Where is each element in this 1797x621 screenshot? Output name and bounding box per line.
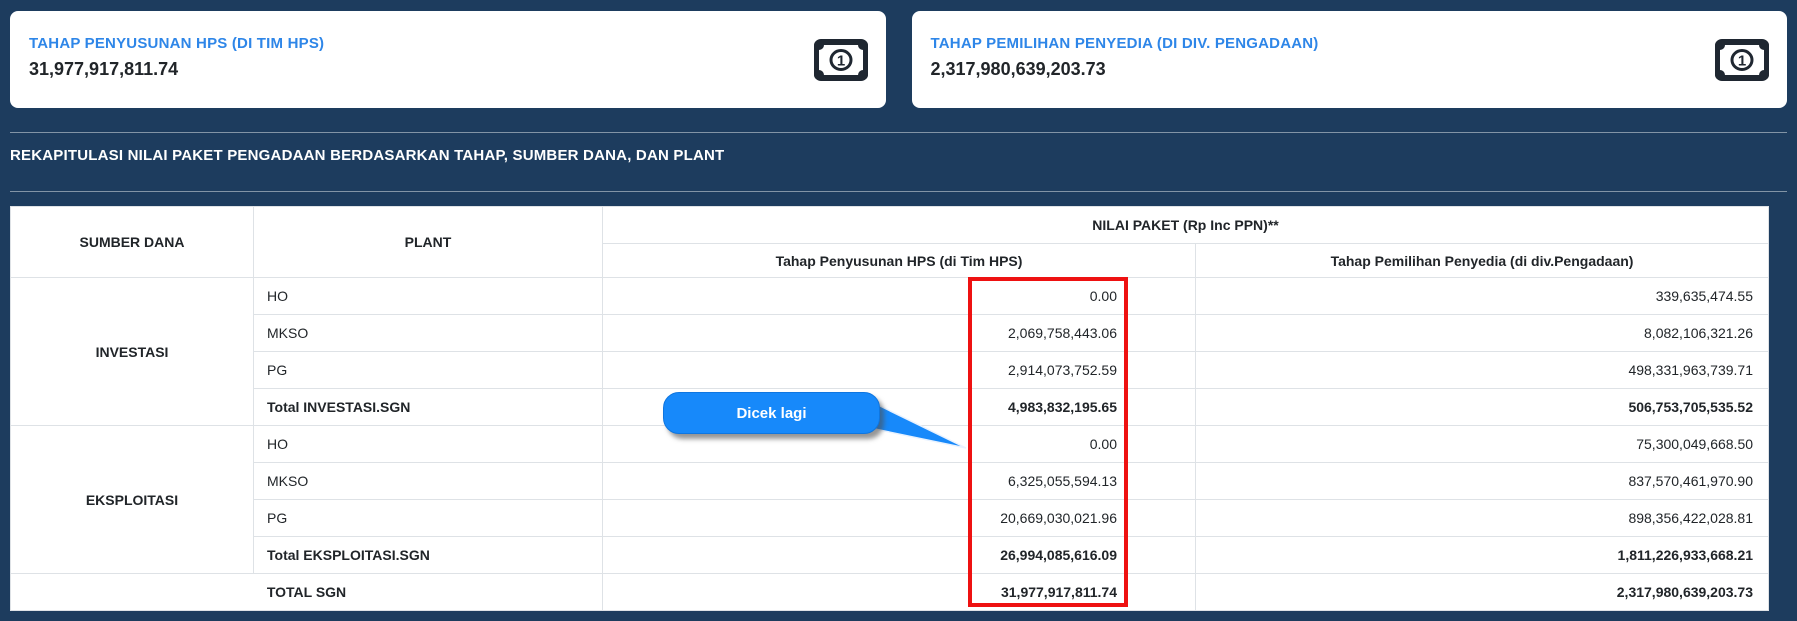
penyedia-value: 1,811,226,933,668.21 [1194, 536, 1770, 574]
card-tahap-penyusunan-hps[interactable]: TAHAP PENYUSUNAN HPS (DI TIM HPS) 31,977… [10, 11, 886, 108]
table-row-total-investasi: Total INVESTASI.SGN 4,983,832,195.65 506… [11, 388, 1770, 426]
table-row: PG 2,914,073,752.59 498,331,963,739.71 [11, 351, 1770, 389]
table-row: PG 20,669,030,021.96 898,356,422,028.81 [11, 499, 1770, 537]
plant-cell: MKSO [253, 462, 603, 500]
table-row: EKSPLOITASI HO 0.00 75,300,049,668.50 [10, 425, 1770, 574]
callout-dicek-lagi: Dicek lagi [663, 392, 880, 434]
money-bill-icon: 1 [1715, 38, 1769, 81]
penyedia-value: 898,356,422,028.81 [1194, 499, 1770, 537]
recap-table: SUMBER DANA PLANT NILAI PAKET (Rp Inc PP… [10, 206, 1770, 611]
table-row: INVESTASI HO 0.00 339,635,474.55 [10, 277, 1770, 426]
plant-cell: Total INVESTASI.SGN [253, 388, 603, 426]
penyedia-value: 2,317,980,639,203.73 [1194, 573, 1770, 611]
card-value: 31,977,917,811.74 [29, 59, 179, 79]
hps-value: 2,914,073,752.59 [602, 351, 1196, 389]
plant-cell: PG [253, 499, 603, 537]
table-row-total-sgn: TOTAL SGN 31,977,917,811.74 2,317,980,63… [10, 573, 1770, 611]
header-plant: PLANT [253, 206, 603, 278]
card-tahap-pemilihan-penyedia[interactable]: TAHAP PEMILIHAN PENYEDIA (DI DIV. PENGAD… [911, 11, 1787, 108]
card-title: TAHAP PEMILIHAN PENYEDIA (DI DIV. PENGAD… [930, 35, 1319, 52]
penyedia-value: 506,753,705,535.52 [1194, 388, 1770, 426]
group-label-investasi: INVESTASI [10, 277, 254, 426]
penyedia-value: 339,635,474.55 [1194, 277, 1770, 315]
plant-cell: HO [253, 425, 603, 463]
summary-cards: TAHAP PENYUSUNAN HPS (DI TIM HPS) 31,977… [10, 11, 1787, 108]
plant-cell: Total EKSPLOITASI.SGN [253, 536, 603, 574]
card-value: 2,317,980,639,203.73 [930, 59, 1106, 79]
penyedia-value: 837,570,461,970.90 [1194, 462, 1770, 500]
plant-cell: HO [253, 277, 603, 315]
callout-label: Dicek lagi [736, 404, 807, 422]
penyedia-value: 8,082,106,321.26 [1194, 314, 1770, 352]
total-sgn-label: TOTAL SGN [10, 573, 603, 611]
table-row: MKSO 2,069,758,443.06 8,082,106,321.26 [11, 314, 1770, 352]
penyedia-value: 75,300,049,668.50 [1194, 425, 1770, 463]
card-title: TAHAP PENYUSUNAN HPS (DI TIM HPS) [29, 35, 325, 52]
table-row: MKSO 6,325,055,594.13 837,570,461,970.90 [11, 462, 1770, 500]
divider [10, 132, 1787, 133]
svg-text:1: 1 [1738, 52, 1746, 69]
header-tahap-penyedia: Tahap Pemilihan Penyedia (di div.Pengada… [1194, 243, 1770, 278]
hps-value: 20,669,030,021.96 [602, 499, 1196, 537]
hps-value: 0.00 [602, 277, 1196, 315]
hps-value: 26,994,085,616.09 [602, 536, 1196, 574]
header-sumber-dana: SUMBER DANA [10, 206, 254, 278]
svg-text:1: 1 [836, 52, 844, 69]
money-bill-icon: 1 [813, 38, 868, 81]
divider [10, 191, 1787, 192]
dashboard-page: TAHAP PENYUSUNAN HPS (DI TIM HPS) 31,977… [0, 0, 1797, 621]
hps-value: 6,325,055,594.13 [602, 462, 1196, 500]
section-title: REKAPITULASI NILAI PAKET PENGADAAN BERDA… [10, 147, 725, 164]
group-label-eksploitasi: EKSPLOITASI [10, 425, 254, 574]
plant-cell: MKSO [253, 314, 603, 352]
hps-value: 2,069,758,443.06 [602, 314, 1196, 352]
table-row-total-eksploitasi: Total EKSPLOITASI.SGN 26,994,085,616.09 … [11, 536, 1770, 574]
plant-cell: PG [253, 351, 603, 389]
penyedia-value: 498,331,963,739.71 [1194, 351, 1770, 389]
header-nilai-paket: NILAI PAKET (Rp Inc PPN)** [601, 206, 1770, 244]
header-tahap-hps: Tahap Penyusunan HPS (di Tim HPS) [602, 243, 1196, 278]
hps-value: 31,977,917,811.74 [602, 573, 1196, 611]
